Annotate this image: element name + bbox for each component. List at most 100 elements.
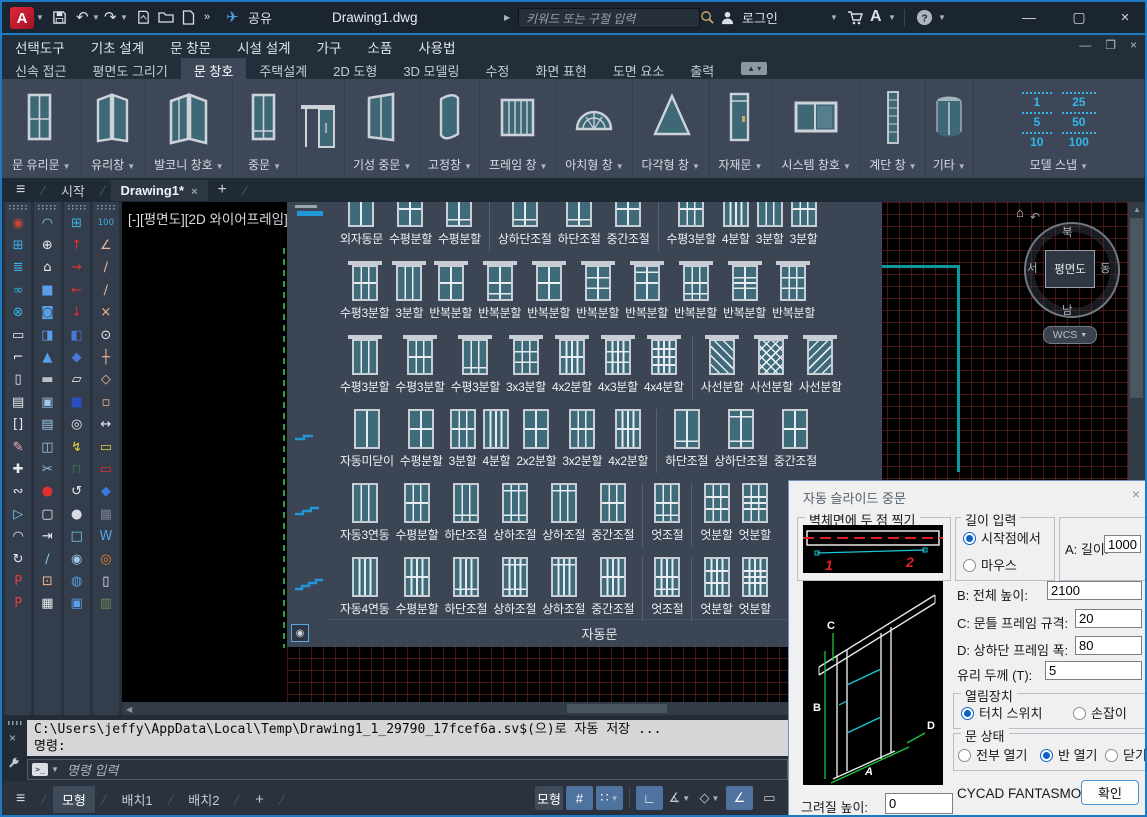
- pipe-elbow-icon[interactable]: ⌐: [6, 346, 30, 368]
- panel-label[interactable]: 유리창▼: [91, 156, 135, 178]
- bracket-icon[interactable]: []: [6, 414, 30, 436]
- frame-window-icon[interactable]: [495, 79, 541, 156]
- undo-icon[interactable]: ↶: [76, 7, 89, 27]
- plot-icon[interactable]: [136, 7, 151, 27]
- polygon-icon[interactable]: ⌂: [35, 257, 59, 279]
- search-expand-icon[interactable]: ▶: [504, 7, 510, 27]
- palette-item-반복분할[interactable]: 반복분할: [429, 261, 472, 321]
- palette-item-자동4연동[interactable]: 자동4연동: [340, 557, 389, 617]
- radio-open-half[interactable]: 반 열기: [1040, 745, 1098, 764]
- panel-label[interactable]: 프레임 창▼: [489, 156, 547, 178]
- command-input[interactable]: >_ ▼ 명령 입력: [27, 759, 788, 780]
- command-close-icon[interactable]: ×: [9, 731, 16, 745]
- palette-item-중간조절[interactable]: 중간조절: [591, 557, 634, 617]
- copy-icon[interactable]: ∾: [6, 481, 30, 503]
- search-icon[interactable]: [700, 7, 715, 27]
- quick-view-icon[interactable]: ↯: [65, 436, 89, 458]
- wmf-export-icon[interactable]: W: [94, 525, 118, 547]
- palette-item-상하단조절[interactable]: 상하단조절: [498, 202, 552, 247]
- document-icon[interactable]: ▯: [94, 570, 118, 592]
- maximize-button[interactable]: ▢: [1064, 9, 1094, 26]
- panel-label[interactable]: 기성 중문▼: [353, 156, 411, 178]
- break-icon[interactable]: ∕: [35, 548, 59, 570]
- slab-icon[interactable]: ▬: [35, 369, 59, 391]
- node-snap-icon[interactable]: ┼: [94, 346, 118, 368]
- palette-item-반복분할[interactable]: 반복분할: [576, 261, 619, 321]
- palette-item-3x2분할[interactable]: 3x2분할: [562, 409, 602, 469]
- palette-item-중간조절[interactable]: 중간조절: [774, 409, 817, 469]
- panel-label[interactable]: 중문▼: [248, 156, 281, 178]
- snap-value-50[interactable]: 50: [1062, 112, 1096, 129]
- center-snap-icon[interactable]: ⊙: [94, 324, 118, 346]
- app-store-cart-icon[interactable]: [847, 7, 863, 27]
- valve-icon[interactable]: ⊗: [6, 302, 30, 324]
- glass-thickness-input[interactable]: [1045, 661, 1142, 680]
- cube-stack-icon[interactable]: ◫: [35, 436, 59, 458]
- palette-item-반복분할[interactable]: 반복분할: [674, 261, 717, 321]
- balcony-window-icon[interactable]: [166, 79, 212, 156]
- snap-value-1[interactable]: 1: [1022, 92, 1052, 109]
- link-objects-icon[interactable]: ▣: [65, 593, 89, 615]
- home-view-icon[interactable]: ⌂: [1016, 205, 1024, 220]
- dimension-icon[interactable]: ↔: [94, 414, 118, 436]
- palette-item-3x3분할[interactable]: 3x3분할: [506, 335, 546, 395]
- sphere-icon[interactable]: ●: [65, 503, 89, 525]
- rotate-view-icon[interactable]: ↶: [1030, 210, 1040, 224]
- sliding-door-icon[interactable]: [297, 79, 343, 173]
- step-4-glyph[interactable]: [293, 574, 327, 597]
- toolbar-overflow-icon[interactable]: »: [204, 7, 210, 27]
- snap-value-25[interactable]: 25: [1062, 92, 1096, 109]
- inner-door-icon[interactable]: [242, 79, 288, 156]
- ribbon-tab-4[interactable]: 주택설계: [246, 58, 320, 79]
- palette-item-사선분할[interactable]: 사선분할: [799, 335, 842, 395]
- palette-item-상하조절[interactable]: 상하조절: [493, 483, 536, 543]
- doc-restore-button[interactable]: ❐: [1105, 38, 1116, 52]
- palette-item-하단조절[interactable]: 하단조절: [444, 483, 487, 543]
- loft-icon[interactable]: ◙: [35, 302, 59, 324]
- opening-icon[interactable]: ▯: [6, 369, 30, 391]
- palette-item-4x4분할[interactable]: 4x4분할: [644, 335, 684, 395]
- palette-item-자동3연동[interactable]: 자동3연동: [340, 483, 389, 543]
- panel-icon[interactable]: ■: [65, 391, 89, 413]
- cylinder-icon[interactable]: ◍: [65, 570, 89, 592]
- door-elevation-icon[interactable]: ▤: [6, 391, 30, 413]
- compass-south-label[interactable]: 남: [1062, 302, 1073, 318]
- palette-item-3분할[interactable]: 3분할: [790, 202, 818, 247]
- point-snap-icon[interactable]: ▫: [94, 391, 118, 413]
- wireframe-box-icon[interactable]: □: [65, 525, 89, 547]
- midpoint-snap-icon[interactable]: ∕: [94, 279, 118, 301]
- palette-item-수평분할[interactable]: 수평분할: [395, 483, 438, 543]
- radio-mouse[interactable]: 마우스: [963, 555, 1017, 574]
- step-2-glyph[interactable]: [293, 426, 327, 449]
- wcs-selector[interactable]: WCS▼: [1043, 326, 1097, 344]
- palette-item-4x2분할[interactable]: 4x2분할: [608, 409, 648, 469]
- palette-item-4분할[interactable]: 4분할: [483, 409, 511, 469]
- scroll-up-icon[interactable]: ▲: [1133, 205, 1141, 214]
- viewport-controls-label[interactable]: [-][평면도][2D 와이어프레임]: [128, 208, 288, 228]
- menu-item-1[interactable]: 선택도구: [2, 37, 78, 57]
- palette-item-2x2분할[interactable]: 2x2분할: [516, 409, 556, 469]
- align-down-icon[interactable]: ↓: [65, 302, 89, 324]
- radio-from-start-icon[interactable]: [963, 532, 976, 545]
- palette-item-수평3분할[interactable]: 수평3분할: [395, 335, 444, 395]
- help-icon[interactable]: ?: [916, 7, 933, 27]
- cone-icon[interactable]: ▲: [35, 346, 59, 368]
- model-space-indicator[interactable]: 모형: [535, 786, 563, 810]
- frame-size-input[interactable]: [1075, 609, 1142, 628]
- new-sheet-icon[interactable]: [182, 7, 195, 27]
- menu-item-2[interactable]: 기초 설계: [78, 37, 157, 57]
- column-icon[interactable]: ≣: [6, 257, 30, 279]
- palette-item-수평3분할[interactable]: 수평3분할: [451, 335, 500, 395]
- arc-icon[interactable]: ◠: [35, 212, 59, 234]
- trim-icon[interactable]: ✂: [35, 458, 59, 480]
- palette-item-4x2분할[interactable]: 4x2분할: [552, 335, 592, 395]
- window-insert-icon[interactable]: ⊞: [65, 212, 89, 234]
- palette-item-수평3분할[interactable]: 수평3분할: [667, 202, 716, 247]
- isometric-drafting-icon[interactable]: ◇ ▼: [696, 786, 723, 810]
- door-leaf-icon[interactable]: ◆: [65, 346, 89, 368]
- ribbon-panel-모델 스냅[interactable]: 12555010100모델 스냅▼: [974, 79, 1145, 178]
- tab-start[interactable]: 시작: [51, 178, 95, 203]
- panel-label[interactable]: 고정창▼: [428, 156, 472, 178]
- layout-tab-1[interactable]: 배치1: [113, 786, 162, 813]
- palette-item-수평3분할[interactable]: 수평3분할: [340, 261, 389, 321]
